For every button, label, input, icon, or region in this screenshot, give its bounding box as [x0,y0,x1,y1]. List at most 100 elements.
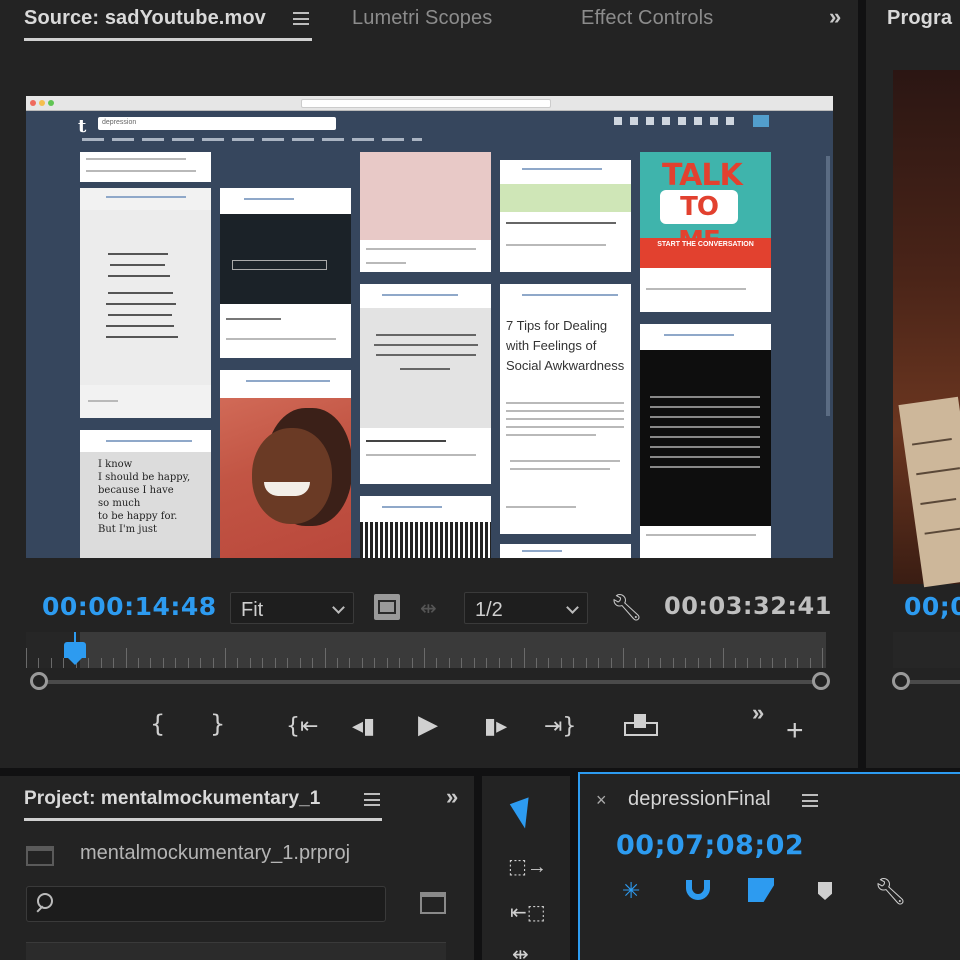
ruler-tick [287,658,288,668]
project-more-panels-icon[interactable]: » [446,784,458,810]
track-select-tool-icon[interactable]: ⬚→ [508,854,547,879]
find-icon[interactable] [420,892,446,914]
active-tab-underline [24,38,312,41]
browser-scrollbar [826,156,830,416]
post-card: 7 Tips for Dealing with Feelings of Soci… [500,284,631,534]
ruler-tick [760,658,761,668]
start-conversation-banner: START THE CONVERSATION [640,238,771,268]
ruler-tick [138,658,139,668]
talk-to-me-card: TALK TO ME START THE CONVERSATION [640,152,771,312]
ruler-tick [710,658,711,668]
tools-panel: ⬚→ ⇤⬚ ⇹ [482,776,570,960]
insert-icon[interactable] [624,714,658,738]
project-file-name: mentalmockumentary_1.prproj [80,842,351,864]
ruler-tick [250,658,251,668]
ruler-tick [747,658,748,668]
linked-selection-icon[interactable] [748,878,774,902]
step-forward-icon[interactable]: ▮▸ [484,714,507,739]
tab-project[interactable]: Project: mentalmockumentary_1 [24,788,320,810]
post-card [360,284,491,484]
ruler-tick [349,658,350,668]
zoom-handle-right[interactable] [812,672,830,690]
close-sequence-icon[interactable]: × [596,790,607,811]
timeline-panel: × depressionFinal 00;07;08;02 ✳ 🔧︎ [578,772,960,960]
add-marker-icon[interactable] [818,882,832,900]
mark-in-icon[interactable]: { [150,710,165,738]
tumblr-logo-icon: t [78,116,87,137]
ruler-tick [573,658,574,668]
ruler-tick [449,658,450,668]
project-panel-menu-icon[interactable] [364,793,380,806]
ruler-tick [424,648,425,668]
zoom-dropdown[interactable]: Fit [230,592,354,624]
ruler-tick [698,658,699,668]
program-video-frame [893,70,960,588]
post-card [220,370,351,558]
add-button-icon[interactable]: + [786,716,804,746]
program-timecode[interactable]: 00;0 [904,592,960,621]
tab-effect-controls[interactable]: Effect Controls [581,7,713,30]
post-card [360,496,491,558]
ripple-edit-tool-icon[interactable]: ⇤⬚ [510,900,546,925]
source-duration: 00:03:32:41 [664,592,832,620]
tab-lumetri-scopes[interactable]: Lumetri Scopes [352,7,492,30]
program-ruler[interactable] [893,632,960,668]
tumblr-search-input[interactable]: depression [98,117,336,130]
source-current-timecode[interactable]: 00:00:14:48 [42,592,217,621]
ruler-tick [200,658,201,668]
step-back-icon[interactable]: ◂▮ [352,714,375,739]
talk-text: TALK [662,158,743,193]
more-panels-icon[interactable]: » [829,4,841,30]
settings-wrench-icon[interactable]: 🔧︎ [610,592,643,623]
ruler-tick [262,658,263,668]
ruler-tick [51,658,52,668]
ruler-tick [337,658,338,668]
timeline-settings-wrench-icon[interactable]: 🔧︎ [874,876,907,907]
export-frame-icon[interactable] [374,594,400,620]
go-to-in-icon[interactable]: {⇤ [286,714,318,739]
rolling-edit-tool-icon[interactable]: ⇹ [512,942,529,960]
ruler-tick [275,658,276,668]
selection-tool-icon[interactable] [509,797,539,831]
tab-program[interactable]: Progra [887,7,952,30]
project-search-input[interactable] [26,886,386,922]
video-frame: t depression I know I should be happy, b… [26,96,833,558]
snap-magnet-icon[interactable] [686,880,710,900]
source-panel-menu-icon[interactable] [293,12,309,25]
zoom-scrollbar[interactable] [38,680,822,684]
ruler-tick [735,658,736,668]
zoom-handle-left[interactable] [30,672,48,690]
nest-toggle-icon[interactable]: ✳ [622,878,640,904]
ruler-tick [300,658,301,668]
play-icon[interactable]: ▶ [418,710,438,740]
ruler-tick [810,658,811,668]
post-card [640,324,771,558]
sequence-timecode[interactable]: 00;07;08;02 [616,830,804,861]
ruler-tick [412,658,413,668]
program-zoom-handle[interactable] [892,672,910,690]
ruler-tick [586,658,587,668]
ruler-tick [374,658,375,668]
ruler-tick [499,658,500,668]
playhead-marker[interactable] [64,632,86,670]
post-card [220,188,351,358]
ruler-tick [113,658,114,668]
ruler-tick [213,658,214,668]
safe-margins-icon: ⇹ [420,598,437,620]
tab-sequence[interactable]: depressionFinal [628,788,771,811]
ruler-tick [88,658,89,668]
ruler-tick [536,658,537,668]
ruler-tick [26,648,27,668]
ruler-tick [673,658,674,668]
resolution-dropdown[interactable]: 1/2 [464,592,588,624]
post-card [360,152,491,272]
mark-out-icon[interactable]: } [210,710,225,738]
ruler-tick [312,658,313,668]
ruler-tick [237,658,238,668]
more-buttons-icon[interactable]: » [752,700,764,726]
ruler-tick [635,658,636,668]
tab-source[interactable]: Source: sadYoutube.mov [24,7,266,30]
go-to-out-icon[interactable]: ⇥} [544,714,576,739]
timeline-menu-icon[interactable] [802,794,818,807]
time-ruler[interactable] [26,632,826,668]
